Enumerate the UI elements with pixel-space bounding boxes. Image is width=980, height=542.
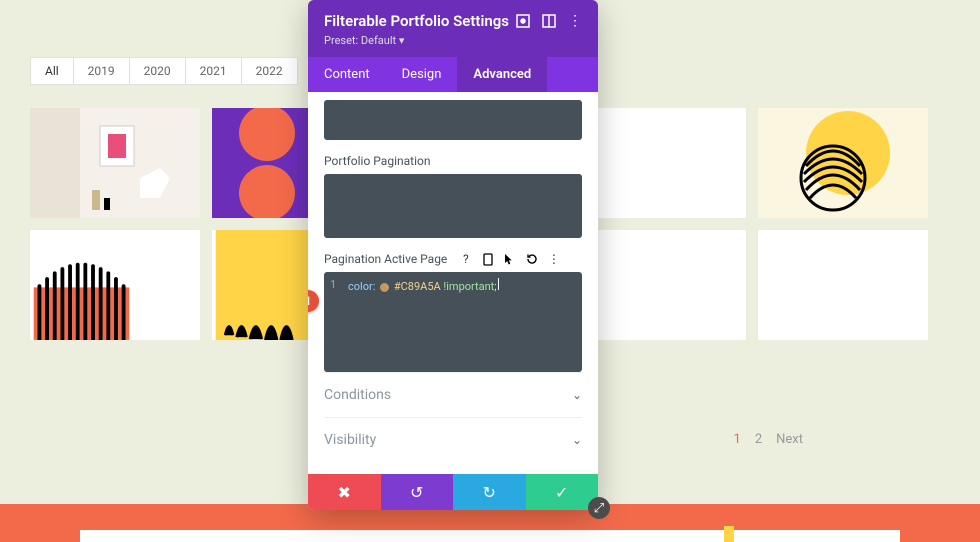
color-swatch-icon [380,283,389,292]
chevron-down-icon: ⌄ [572,433,582,447]
save-button[interactable]: ✓ [526,474,599,510]
reset-icon[interactable] [525,253,538,266]
line-number: 1 [330,278,336,291]
settings-panel: 1 Filterable Portfolio Settings ⋮ Preset… [308,0,598,510]
portfolio-item[interactable] [30,230,200,340]
portfolio-filters: All 2019 2020 2021 2022 [30,57,297,85]
code-semicolon: ; [494,280,496,293]
panel-footer: ✖ ↺ ↻ ✓ [308,474,598,510]
portfolio-item[interactable] [758,230,928,340]
tab-design[interactable]: Design [386,57,458,92]
hover-cursor-icon[interactable] [503,253,516,266]
filter-2021[interactable]: 2021 [185,57,242,85]
text-cursor [498,278,499,290]
resize-handle-icon[interactable]: ⤢ [588,497,610,519]
code-property: color: [348,280,375,293]
expand-icon[interactable] [516,14,530,28]
css-box-previous[interactable] [324,100,582,140]
filter-2019[interactable]: 2019 [73,57,130,85]
filter-2022[interactable]: 2022 [241,57,298,85]
undo-button[interactable]: ↺ [381,474,454,510]
tab-content[interactable]: Content [308,57,386,92]
css-box-active-page[interactable]: 1 color: #C89A5A !important; [324,272,582,372]
footer-inner [80,530,900,542]
label-portfolio-pagination: Portfolio Pagination [324,154,582,168]
portfolio-item[interactable] [576,108,746,218]
filter-all[interactable]: All [30,57,74,85]
columns-icon[interactable] [542,14,556,28]
redo-button[interactable]: ↻ [453,474,526,510]
portfolio-pagination: 1 2 Next [734,432,804,447]
code-important: !important [443,280,494,293]
more-field-icon[interactable]: ⋮ [547,253,560,266]
portfolio-item[interactable] [30,108,200,218]
panel-header: Filterable Portfolio Settings ⋮ Preset: … [308,0,598,57]
panel-title: Filterable Portfolio Settings [324,12,509,30]
css-box-pagination[interactable] [324,174,582,238]
section-visibility[interactable]: Visibility ⌄ [324,417,582,462]
preset-selector[interactable]: Preset: Default ▾ [324,34,582,47]
portfolio-item[interactable] [576,230,746,340]
page-1[interactable]: 1 [734,432,741,447]
filter-2020[interactable]: 2020 [129,57,186,85]
chevron-down-icon: ▾ [399,34,405,47]
code-hex: #C89A5A [394,280,441,293]
panel-body[interactable]: Portfolio Pagination Pagination Active P… [308,92,598,474]
mobile-icon[interactable] [481,253,494,266]
portfolio-item[interactable] [758,108,928,218]
chevron-down-icon: ⌄ [572,388,582,402]
help-icon[interactable]: ? [459,253,472,266]
page-next[interactable]: Next [776,432,803,447]
page-2[interactable]: 2 [755,432,762,447]
panel-tabs: Content Design Advanced [308,57,598,92]
section-conditions[interactable]: Conditions ⌄ [324,372,582,417]
page-canvas: All 2019 2020 2021 2022 1 2 Next [0,0,980,542]
more-icon[interactable]: ⋮ [568,14,582,28]
tab-advanced[interactable]: Advanced [457,57,547,92]
cancel-button[interactable]: ✖ [308,474,381,510]
label-pagination-active: Pagination Active Page ? ⋮ [324,252,582,266]
